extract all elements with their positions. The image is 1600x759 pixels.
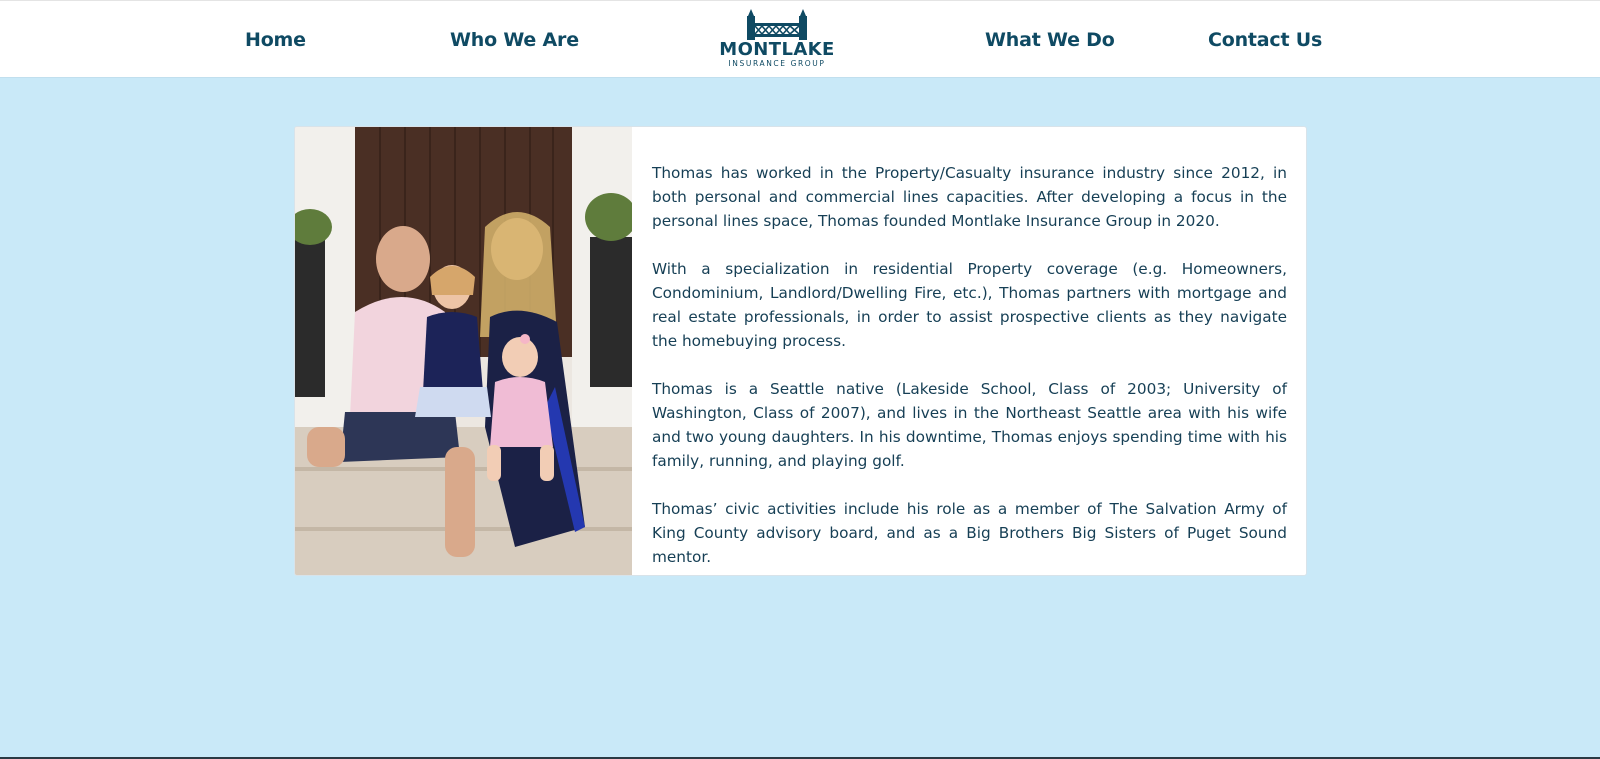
bio-paragraph: Thomas is a Seattle native (Lakeside Sch… <box>652 380 1287 470</box>
nav-link-who-we-are[interactable]: Who We Are <box>450 29 579 51</box>
nav-link-what-we-do[interactable]: What We Do <box>985 29 1115 51</box>
logo-name: MONTLAKE <box>719 39 835 60</box>
bio-paragraph: Thomas has worked in the Property/Casual… <box>652 164 1287 230</box>
bio-paragraph: Thomas’ civic activities include his rol… <box>652 500 1287 566</box>
top-navigation-bar: Home Who We Are MONTLAKE INSURANCE GROUP… <box>0 0 1600 77</box>
family-photo <box>295 127 632 575</box>
logo-tagline: INSURANCE GROUP <box>728 59 826 68</box>
montlake-logo[interactable]: MONTLAKE INSURANCE GROUP <box>715 9 839 73</box>
bio-text: Thomas has worked in the Property/Casual… <box>652 161 1287 575</box>
bio-card: Thomas has worked in the Property/Casual… <box>294 126 1307 576</box>
nav-link-home[interactable]: Home <box>245 29 306 51</box>
bridge-icon <box>747 9 807 40</box>
nav-link-contact-us[interactable]: Contact Us <box>1208 29 1322 51</box>
bio-paragraph: With a specialization in residential Pro… <box>652 260 1287 350</box>
